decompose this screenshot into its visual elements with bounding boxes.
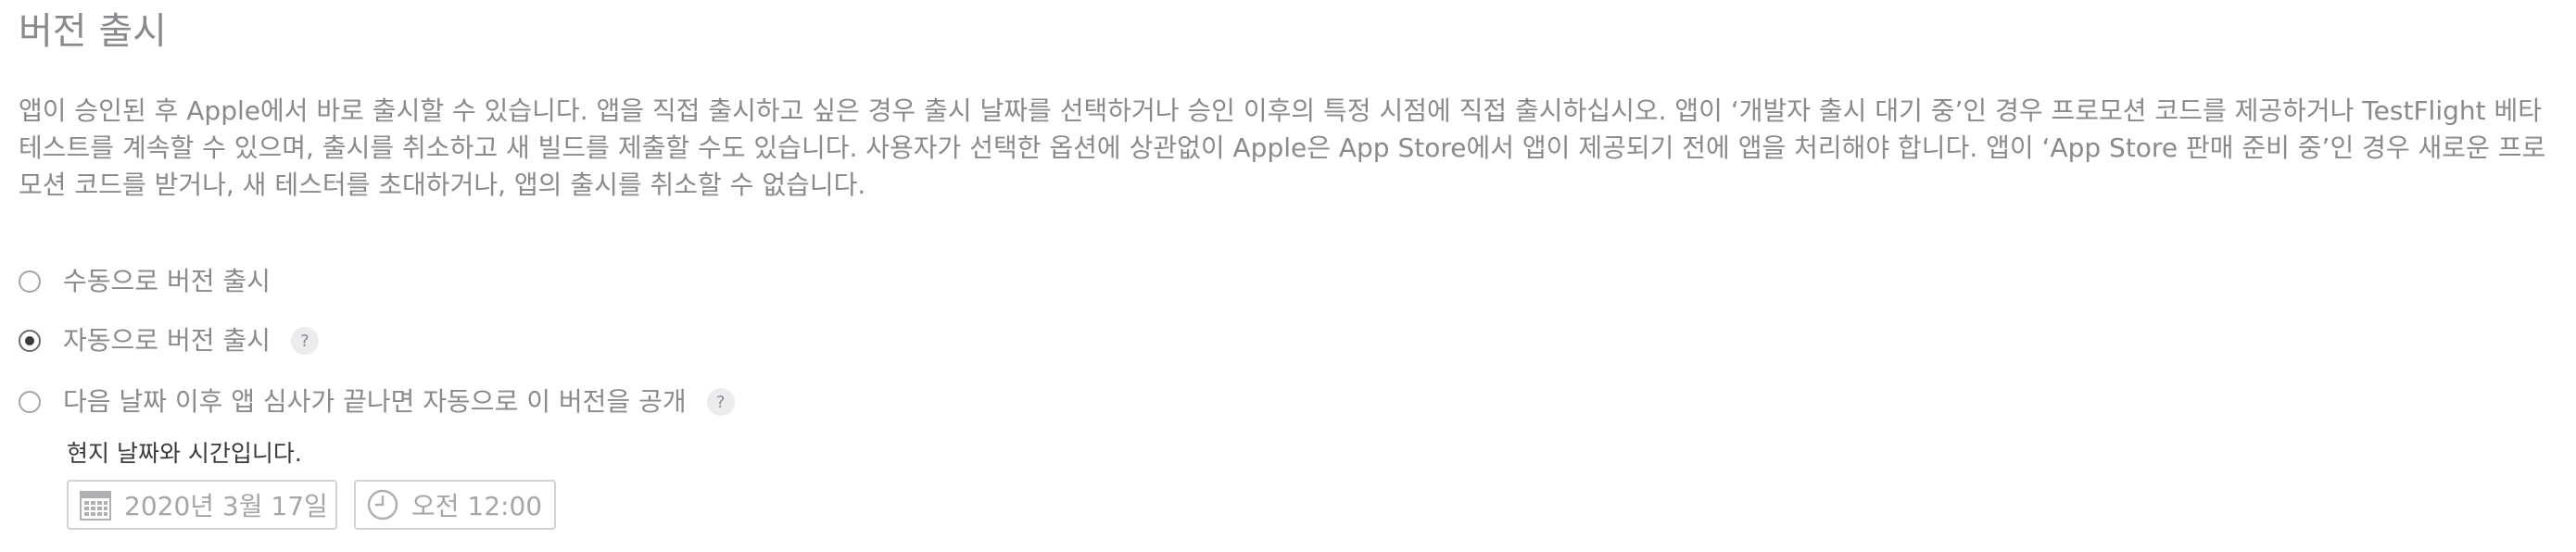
- release-date-value[interactable]: 2020년 3월 17일: [124, 486, 328, 523]
- help-icon[interactable]: ?: [706, 388, 735, 416]
- help-icon[interactable]: ?: [290, 327, 319, 355]
- release-time-value[interactable]: 오전 12:00: [411, 486, 542, 523]
- release-description: 앱이 승인된 후 Apple에서 바로 출시할 수 있습니다. 앱을 직접 출시…: [19, 95, 2546, 200]
- scheduled-release-label[interactable]: 다음 날짜 이후 앱 심사가 끝나면 자동으로 이 버전을 공개: [63, 383, 687, 420]
- calendar-icon: [80, 491, 111, 521]
- automatic-release-option[interactable]: 자동으로 버전 출시 ?: [19, 319, 319, 363]
- scheduled-release-option[interactable]: 다음 날짜 이후 앱 심사가 끝나면 자동으로 이 버전을 공개 ?: [19, 380, 735, 424]
- manual-release-radio[interactable]: [19, 270, 41, 293]
- clock-icon: [367, 489, 398, 521]
- automatic-release-radio[interactable]: [19, 330, 41, 352]
- release-date-field[interactable]: 2020년 3월 17일: [67, 480, 337, 530]
- section-title: 버전 출시: [19, 10, 167, 53]
- manual-release-option[interactable]: 수동으로 버전 출시: [19, 259, 271, 304]
- release-time-field[interactable]: 오전 12:00: [354, 480, 556, 530]
- automatic-release-label[interactable]: 자동으로 버전 출시: [63, 322, 271, 359]
- manual-release-label[interactable]: 수동으로 버전 출시: [63, 263, 271, 300]
- scheduled-release-radio[interactable]: [19, 391, 41, 413]
- local-time-note: 현지 날짜와 시간입니다.: [67, 440, 302, 467]
